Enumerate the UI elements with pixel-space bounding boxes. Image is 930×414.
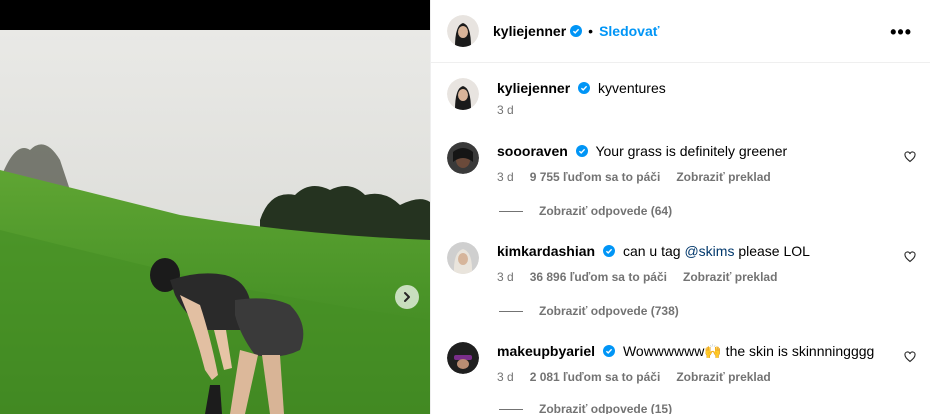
translate-link[interactable]: Zobraziť preklad bbox=[676, 170, 770, 184]
header-username[interactable]: kyliejenner bbox=[493, 23, 566, 39]
comment-meta: 3 d 2 081 ľuďom sa to páči Zobraziť prek… bbox=[497, 370, 874, 384]
post-media bbox=[0, 0, 430, 414]
comment-meta: 3 d 9 755 ľuďom sa to páči Zobraziť prek… bbox=[497, 170, 787, 184]
comment-username[interactable]: soooraven bbox=[497, 143, 568, 159]
comment-text: please LOL bbox=[734, 243, 810, 259]
heart-outline-icon[interactable] bbox=[904, 251, 916, 263]
verified-badge-icon bbox=[575, 145, 588, 157]
comment-text-line: makeupbyariel Wowwwwww🙌 the skin is skin… bbox=[497, 342, 874, 360]
likes-count[interactable]: 9 755 ľuďom sa to páči bbox=[530, 170, 661, 184]
caption: kyliejenner kyventures 3 d bbox=[447, 78, 918, 117]
more-options-icon[interactable]: ••• bbox=[890, 22, 912, 43]
chevron-right-icon bbox=[404, 292, 410, 302]
comment-text: Wowwwwww🙌 the skin is skinnningggg bbox=[622, 343, 875, 359]
caption-text: kyventures bbox=[598, 80, 666, 96]
comment-text: Your grass is definitely greener bbox=[595, 143, 788, 159]
caption-text-line: kyliejenner kyventures bbox=[497, 78, 666, 97]
verified-badge-icon bbox=[603, 345, 616, 357]
translate-link[interactable]: Zobraziť preklad bbox=[683, 270, 777, 284]
likes-count[interactable]: 2 081 ľuďom sa to páči bbox=[530, 370, 661, 384]
comment-time[interactable]: 3 d bbox=[497, 370, 514, 384]
follow-button[interactable]: Sledovať bbox=[599, 23, 659, 39]
replies-divider bbox=[499, 310, 523, 312]
comment-item: soooraven Your grass is definitely green… bbox=[447, 142, 918, 184]
comment-text-line: soooraven Your grass is definitely green… bbox=[497, 142, 787, 160]
comment-item: makeupbyariel Wowwwwww🙌 the skin is skin… bbox=[447, 342, 918, 384]
post-header: kyliejenner • Sledovať ••• bbox=[431, 0, 930, 63]
avatar[interactable] bbox=[447, 342, 479, 374]
avatar[interactable] bbox=[447, 15, 479, 47]
next-photo-button[interactable] bbox=[395, 285, 419, 309]
replies-divider bbox=[499, 408, 523, 410]
post-photo bbox=[0, 30, 430, 414]
view-replies-label: Zobraziť odpovede (15) bbox=[539, 402, 673, 414]
comment-time[interactable]: 3 d bbox=[497, 170, 514, 184]
verified-badge-icon bbox=[578, 82, 591, 94]
avatar[interactable] bbox=[447, 142, 479, 174]
view-replies-label: Zobraziť odpovede (738) bbox=[539, 304, 679, 318]
comment-text-line: kimkardashian can u tag @skims please LO… bbox=[497, 242, 810, 260]
view-replies-label: Zobraziť odpovede (64) bbox=[539, 204, 673, 218]
verified-badge-icon bbox=[570, 25, 583, 37]
likes-count[interactable]: 36 896 ľuďom sa to páči bbox=[530, 270, 667, 284]
comment-item: kimkardashian can u tag @skims please LO… bbox=[447, 242, 918, 284]
comment-username[interactable]: makeupbyariel bbox=[497, 343, 595, 359]
view-replies-button[interactable]: Zobraziť odpovede (15) bbox=[499, 402, 672, 414]
avatar[interactable] bbox=[447, 242, 479, 274]
caption-username[interactable]: kyliejenner bbox=[497, 80, 570, 96]
caption-time[interactable]: 3 d bbox=[497, 103, 514, 117]
comment-text: can u tag bbox=[622, 243, 685, 259]
comment-meta: 3 d 36 896 ľuďom sa to páči Zobraziť pre… bbox=[497, 270, 810, 284]
replies-divider bbox=[499, 210, 523, 212]
avatar[interactable] bbox=[447, 78, 479, 110]
heart-outline-icon[interactable] bbox=[904, 351, 916, 363]
comment-username[interactable]: kimkardashian bbox=[497, 243, 595, 259]
separator-dot: • bbox=[588, 23, 594, 39]
caption-meta: 3 d bbox=[497, 103, 666, 117]
comments-panel: kyliejenner • Sledovať ••• kyliejenner k… bbox=[430, 0, 930, 414]
translate-link[interactable]: Zobraziť preklad bbox=[676, 370, 770, 384]
heart-outline-icon[interactable] bbox=[904, 151, 916, 163]
view-replies-button[interactable]: Zobraziť odpovede (64) bbox=[499, 204, 672, 218]
verified-badge-icon bbox=[603, 245, 616, 257]
mention-link[interactable]: @skims bbox=[684, 243, 734, 259]
comment-time[interactable]: 3 d bbox=[497, 270, 514, 284]
post-dialog: kyliejenner • Sledovať ••• kyliejenner k… bbox=[0, 0, 930, 414]
view-replies-button[interactable]: Zobraziť odpovede (738) bbox=[499, 304, 679, 318]
